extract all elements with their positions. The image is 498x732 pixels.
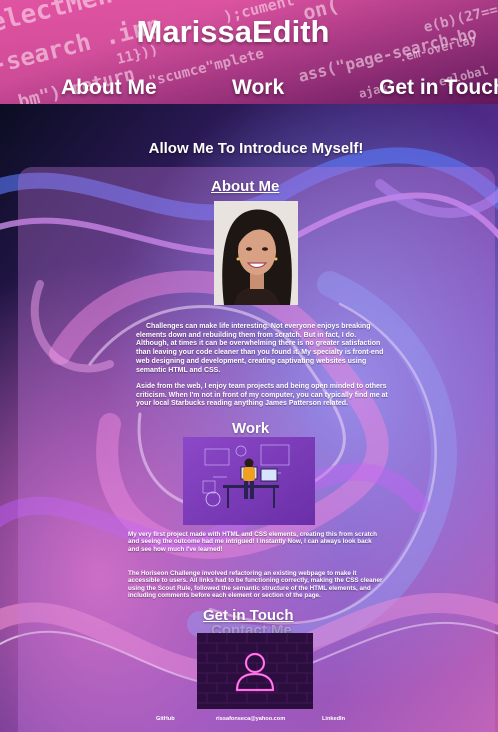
nav-about-link[interactable]: About Me (61, 76, 157, 100)
profile-photo (214, 201, 298, 305)
about-paragraph: Challenges can make life interesting. No… (136, 323, 384, 374)
work-project-image[interactable] (183, 437, 315, 525)
work-paragraph: The Horiseon Challenge involved refactor… (128, 570, 383, 599)
nav-work-link[interactable]: Work (232, 76, 284, 100)
linkedin-link[interactable]: LinkedIn (322, 716, 345, 722)
email-link[interactable]: rissafonseca@yahoo.com (216, 716, 285, 722)
work-paragraph: My very first project made with HTML and… (128, 531, 378, 553)
site-header: electMen -search .inp bm") return );cume… (0, 0, 498, 104)
work-heading: Work (232, 420, 270, 437)
site-title: MarissaEdith (136, 14, 330, 49)
nav-contact-link[interactable]: Get in Touch (379, 76, 498, 100)
intro-heading: Allow Me To Introduce Myself! (148, 140, 364, 157)
about-heading: About Me (211, 178, 280, 195)
contact-heading: Get in Touch (203, 607, 294, 624)
github-link[interactable]: GitHub (156, 716, 175, 722)
contact-neon-image (197, 633, 313, 709)
about-paragraph: Aside from the web, I enjoy team project… (136, 383, 388, 408)
